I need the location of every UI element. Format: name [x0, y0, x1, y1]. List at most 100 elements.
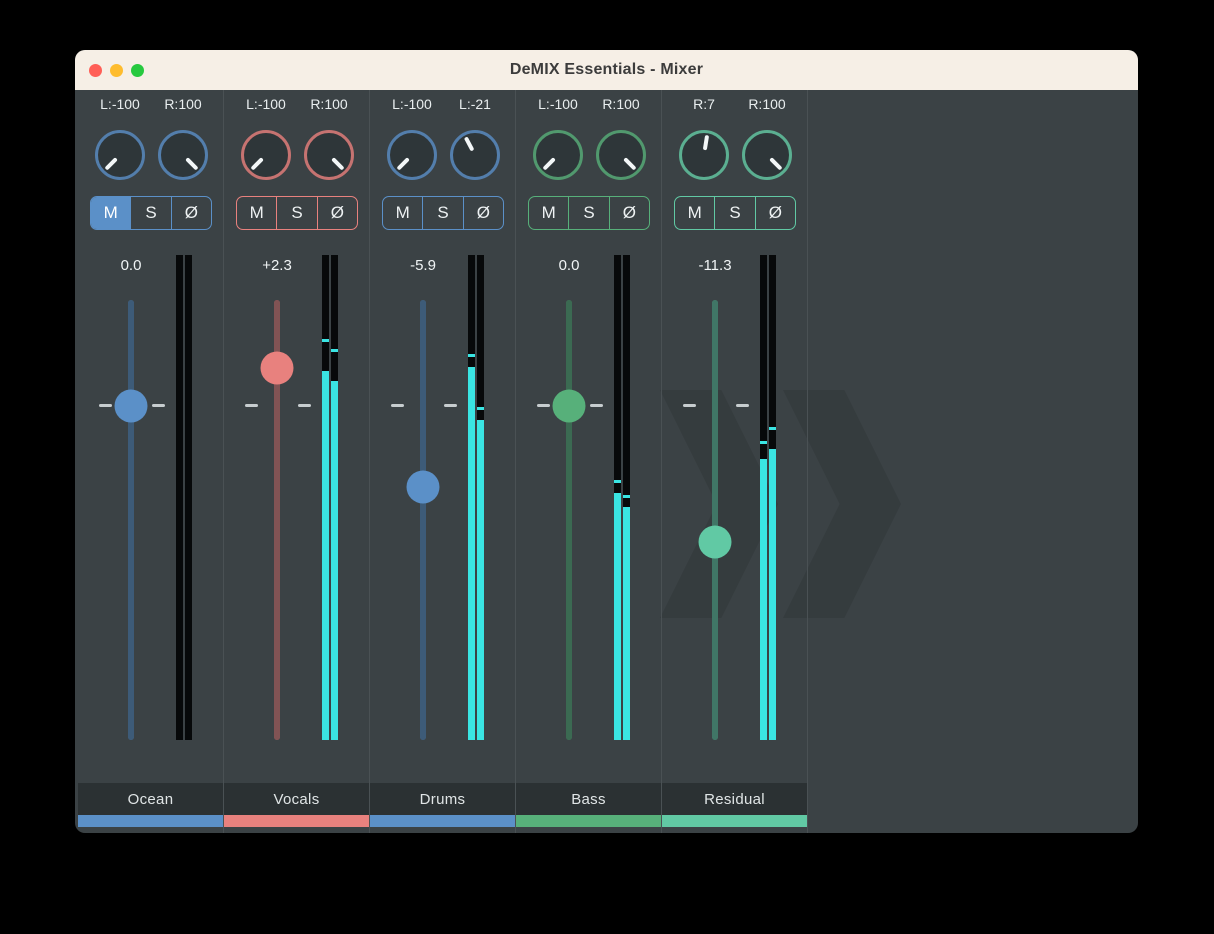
meter-fill: [760, 459, 767, 740]
level-meters: [614, 255, 630, 740]
zero-db-tick: [736, 404, 749, 407]
solo-button[interactable]: S: [714, 197, 754, 229]
level-meter-right: [477, 255, 484, 740]
pan-left-knob-pointer: [85, 120, 156, 191]
pan-left-value: L:-100: [526, 96, 590, 112]
phase-button[interactable]: Ø: [171, 197, 211, 229]
pan-left-knob-pointer: [231, 120, 302, 191]
pan-left-knob[interactable]: [387, 130, 437, 180]
pan-right-value: R:100: [735, 96, 799, 112]
level-meter-right: [185, 255, 192, 740]
channel-button-group: M S Ø: [382, 196, 504, 230]
solo-button[interactable]: S: [422, 197, 462, 229]
traffic-lights: [89, 64, 144, 77]
meter-fill: [623, 507, 630, 740]
fader-handle[interactable]: [699, 526, 732, 559]
meter-fill: [331, 381, 338, 740]
channel-button-group: M S Ø: [674, 196, 796, 230]
zero-db-tick: [245, 404, 258, 407]
level-meters: [176, 255, 192, 740]
level-meter-left: [468, 255, 475, 740]
meter-peak: [468, 354, 475, 357]
channel-name: Drums: [370, 783, 515, 815]
meter-fill: [468, 367, 475, 740]
pan-left-knob-pointer: [675, 126, 732, 183]
mute-button[interactable]: M: [237, 197, 276, 229]
meter-peak: [760, 441, 767, 444]
pan-right-knob-pointer: [148, 120, 219, 191]
zero-db-tick: [99, 404, 112, 407]
gain-value: +2.3: [262, 257, 292, 274]
pan-right-value: R:100: [297, 96, 361, 112]
fader-track[interactable]: [566, 300, 572, 740]
phase-button[interactable]: Ø: [755, 197, 795, 229]
pan-right-knob-pointer: [732, 120, 803, 191]
pan-left-knob-pointer: [377, 120, 448, 191]
mute-button[interactable]: M: [91, 197, 130, 229]
phase-button[interactable]: Ø: [463, 197, 503, 229]
meter-fill: [477, 420, 484, 740]
fader-handle[interactable]: [261, 352, 294, 385]
fader-track[interactable]: [128, 300, 134, 740]
meter-fill: [614, 493, 621, 740]
pan-left-knob[interactable]: [95, 130, 145, 180]
mute-button[interactable]: M: [383, 197, 422, 229]
zero-db-tick: [444, 404, 457, 407]
gain-value: 0.0: [559, 257, 580, 274]
pan-right-knob-pointer: [586, 120, 657, 191]
channel-name: Residual: [662, 783, 807, 815]
phase-button[interactable]: Ø: [317, 197, 357, 229]
solo-button[interactable]: S: [276, 197, 316, 229]
channel-name: Vocals: [224, 783, 369, 815]
level-meter-right: [769, 255, 776, 740]
pan-right-knob[interactable]: [304, 130, 354, 180]
gain-value: 0.0: [121, 257, 142, 274]
fader-handle[interactable]: [553, 389, 586, 422]
level-meters: [468, 255, 484, 740]
pan-left-knob[interactable]: [241, 130, 291, 180]
channel-button-group: M S Ø: [90, 196, 212, 230]
fader-handle[interactable]: [407, 471, 440, 504]
zoom-button[interactable]: [131, 64, 144, 77]
channel-strip: L:-100 R:100 M S Ø 0.0: [78, 90, 224, 833]
channel-button-group: M S Ø: [528, 196, 650, 230]
meter-peak: [477, 407, 484, 410]
zero-db-tick: [537, 404, 550, 407]
pan-left-knob[interactable]: [679, 130, 729, 180]
channel-strip: R:7 R:100 M S Ø -11.3: [662, 90, 808, 833]
fader-handle[interactable]: [115, 389, 148, 422]
level-meter-left: [176, 255, 183, 740]
fader-track[interactable]: [420, 300, 426, 740]
meter-fill: [769, 449, 776, 740]
channel-color-bar: [662, 815, 807, 827]
close-button[interactable]: [89, 64, 102, 77]
meter-peak: [331, 349, 338, 352]
channel-strip: L:-100 L:-21 M S Ø -5.9: [370, 90, 516, 833]
fader-track[interactable]: [712, 300, 718, 740]
level-meters: [760, 255, 776, 740]
channel-color-bar: [78, 815, 223, 827]
zero-db-tick: [152, 404, 165, 407]
level-meter-right: [623, 255, 630, 740]
phase-button[interactable]: Ø: [609, 197, 649, 229]
mixer-window: DeMIX Essentials - Mixer L:-100 R:100 M …: [75, 50, 1138, 833]
titlebar: DeMIX Essentials - Mixer: [75, 50, 1138, 90]
mixer-content: L:-100 R:100 M S Ø 0.0: [75, 90, 1138, 833]
channel-name: Bass: [516, 783, 661, 815]
solo-button[interactable]: S: [130, 197, 170, 229]
mute-button[interactable]: M: [529, 197, 568, 229]
pan-left-value: L:-100: [88, 96, 152, 112]
channel-button-group: M S Ø: [236, 196, 358, 230]
pan-right-knob[interactable]: [158, 130, 208, 180]
zero-db-tick: [590, 404, 603, 407]
pan-right-knob[interactable]: [450, 130, 500, 180]
solo-button[interactable]: S: [568, 197, 608, 229]
pan-right-knob[interactable]: [742, 130, 792, 180]
channel-color-bar: [224, 815, 369, 827]
mute-button[interactable]: M: [675, 197, 714, 229]
pan-left-knob[interactable]: [533, 130, 583, 180]
minimize-button[interactable]: [110, 64, 123, 77]
pan-right-knob[interactable]: [596, 130, 646, 180]
fader-track[interactable]: [274, 300, 280, 740]
channel-rack: L:-100 R:100 M S Ø 0.0: [75, 90, 1138, 833]
